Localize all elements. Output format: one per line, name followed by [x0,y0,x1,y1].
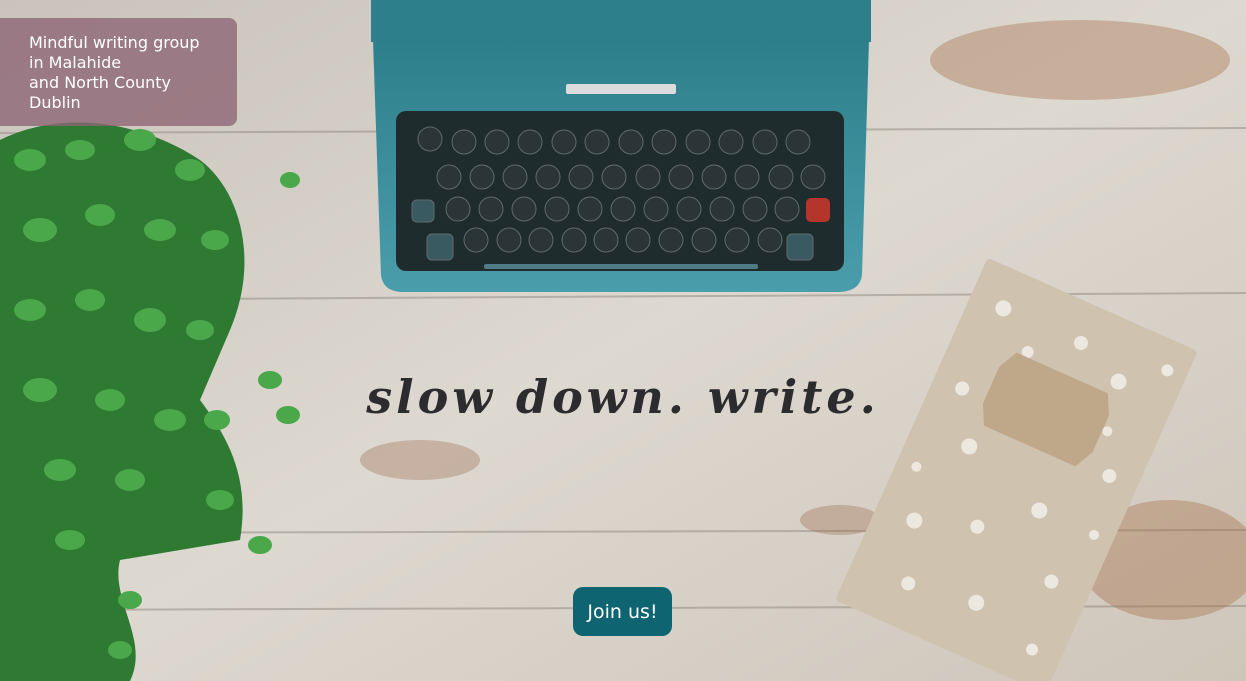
info-line: and North County [29,73,172,92]
typewriter-illustration [371,0,871,292]
info-line: Dublin [29,93,81,112]
tagline: slow down. write. [366,370,880,424]
join-us-button[interactable]: Join us! [573,587,672,636]
info-card: Mindful writing group in Malahide and No… [0,18,237,126]
info-line: in Malahide [29,53,122,72]
info-line: Mindful writing group [29,33,200,52]
